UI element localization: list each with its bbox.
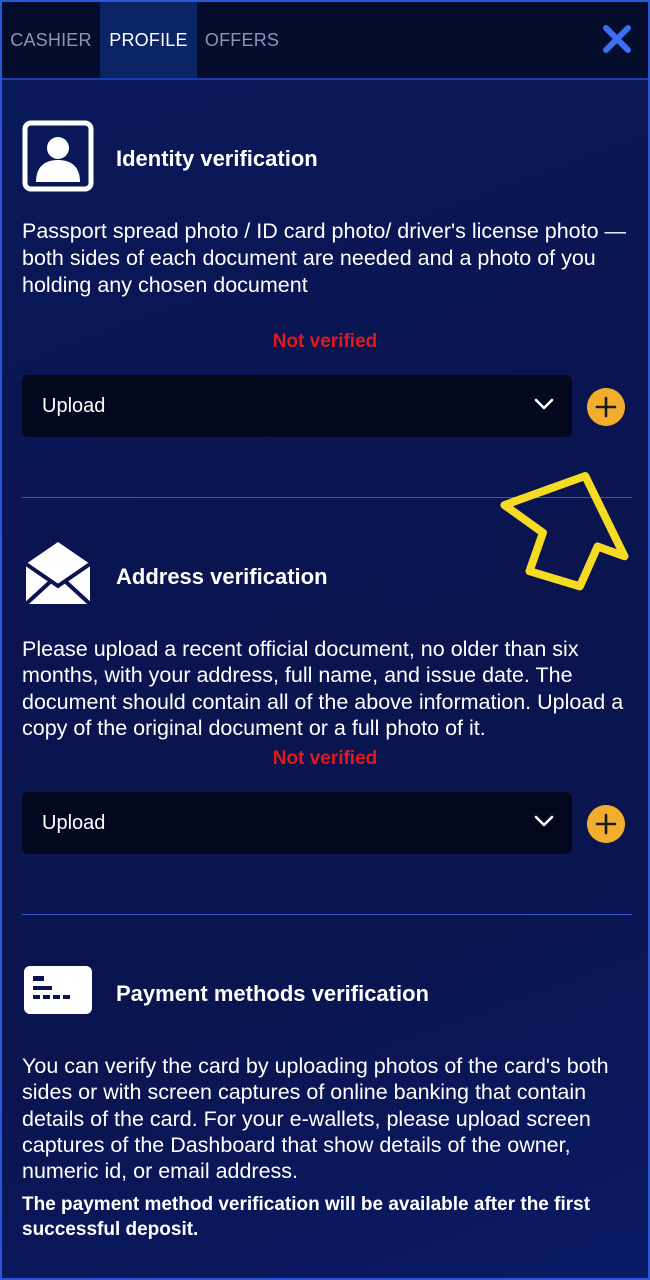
card-icon xyxy=(24,966,92,1014)
payment-verification-title: Payment methods verification xyxy=(116,981,429,1006)
address-description: Please upload a recent official document… xyxy=(22,637,624,740)
tab-profile[interactable]: PROFILE xyxy=(100,2,197,78)
address-upload-select[interactable]: Upload xyxy=(22,792,572,854)
chevron-down-icon xyxy=(534,398,554,410)
pointer-arrow-icon xyxy=(500,472,629,591)
envelope-icon xyxy=(24,542,92,606)
identity-upload-select[interactable]: Upload xyxy=(22,375,572,437)
identity-description: Passport spread photo / ID card photo/ d… xyxy=(22,219,627,297)
chevron-down-icon xyxy=(534,815,554,827)
payment-description: You can verify the card by uploading pho… xyxy=(22,1054,609,1184)
verification-panel: CASHIER PROFILE OFFERS Identity verifica… xyxy=(0,0,650,1280)
payment-note: The payment method verification will be … xyxy=(22,1194,591,1240)
identity-add-button[interactable] xyxy=(587,388,625,426)
address-verification-title: Address verification xyxy=(116,564,328,589)
person-portrait-icon xyxy=(22,120,94,192)
tab-cashier[interactable]: CASHIER xyxy=(2,2,100,78)
tab-offers[interactable]: OFFERS xyxy=(197,2,287,78)
tab-bar: CASHIER PROFILE OFFERS xyxy=(2,2,648,80)
close-icon[interactable] xyxy=(600,22,634,56)
address-add-button[interactable] xyxy=(587,805,625,843)
address-status-badge: Not verified xyxy=(272,748,378,769)
identity-status-badge: Not verified xyxy=(272,331,378,352)
section-divider xyxy=(22,914,632,915)
identity-verification-title: Identity verification xyxy=(116,146,318,171)
identity-upload-select-value: Upload xyxy=(42,394,106,417)
address-upload-select-value: Upload xyxy=(42,811,106,834)
